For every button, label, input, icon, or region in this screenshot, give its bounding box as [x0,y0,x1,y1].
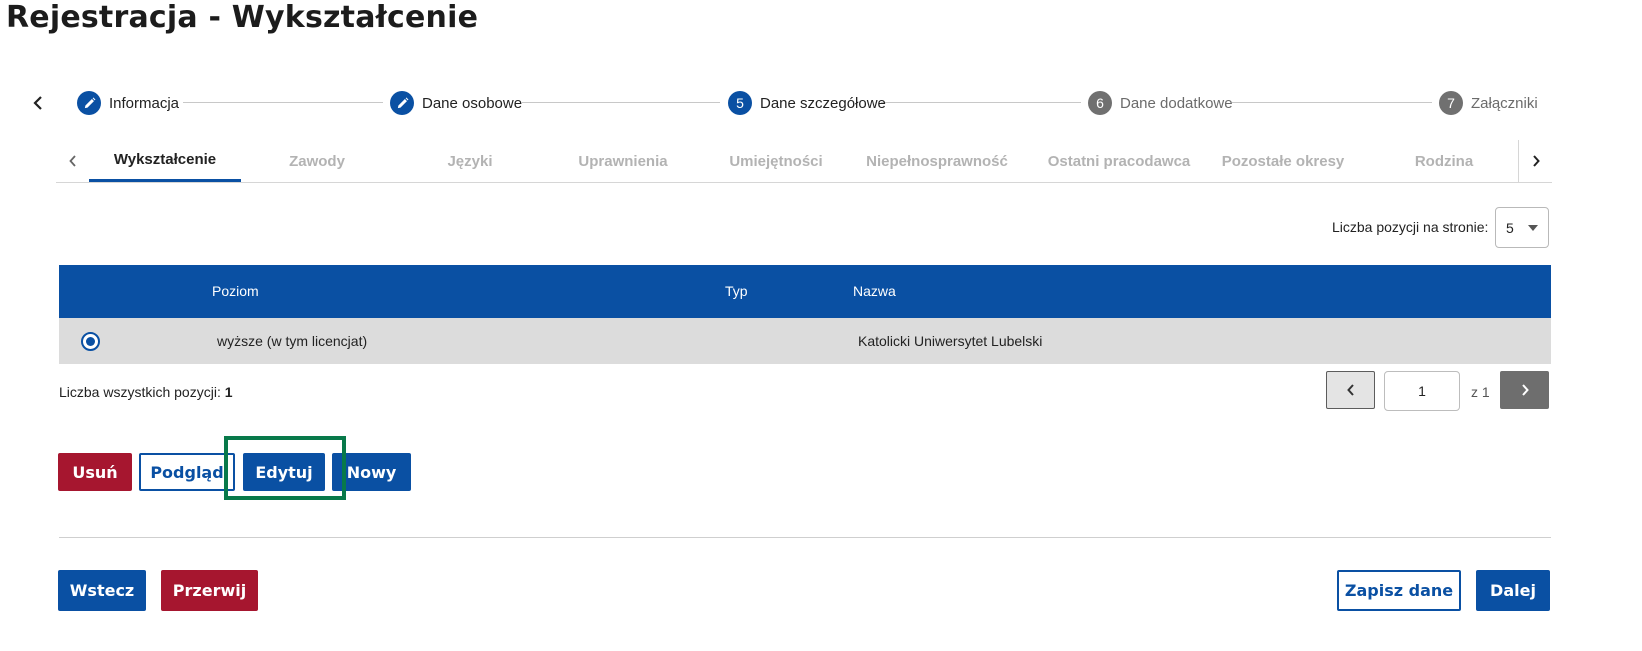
stepper-line [881,102,1081,103]
section-tabs: Wykształcenie Zawody Języki Uprawnienia … [56,140,1552,183]
cell-name: Katolicki Uniwersytet Lubelski [858,333,1043,349]
pencil-icon [84,97,95,108]
step-label: Dane dodatkowe [1120,94,1233,112]
education-table: Poziom Typ Nazwa wyższe (w tym licencjat… [59,265,1551,364]
tab-ostatni-pracodawca[interactable]: Ostatni pracodawca [1035,140,1203,182]
pencil-icon [397,97,408,108]
registration-page: Rejestracja - Wykształcenie Informacja D… [0,0,1642,651]
save-button[interactable]: Zapisz dane [1337,570,1461,611]
step-number: 6 [1088,91,1112,115]
caret-down-icon [1528,225,1538,231]
step-label: Dane osobowe [422,94,523,112]
previous-page-button[interactable] [1326,371,1375,409]
chevron-left-icon [33,96,42,110]
page-number-input[interactable] [1384,371,1460,411]
back-button[interactable]: Wstecz [58,570,146,611]
total-count-value: 1 [224,384,233,400]
column-header-type[interactable]: Typ [725,283,748,299]
preview-button[interactable]: Podgląd [139,453,235,491]
tab-pozostale-okresy[interactable]: Pozostałe okresy [1205,140,1361,182]
step-done-circle [390,91,414,115]
stepper-back-button[interactable] [28,92,48,114]
edit-button[interactable]: Edytuj [243,453,325,491]
table-header: Poziom Typ Nazwa [59,265,1551,318]
step-label: Informacja [109,94,180,112]
tabs-scroll-left-button[interactable] [56,140,90,182]
next-button[interactable]: Dalej [1476,570,1550,611]
divider [59,537,1551,538]
new-button[interactable]: Nowy [332,453,411,491]
table-row[interactable]: wyższe (w tym licencjat) Katolicki Uniwe… [59,318,1551,364]
delete-button[interactable]: Usuń [58,453,132,491]
tab-niepelnosprawnosc[interactable]: Niepełnosprawność [853,140,1021,182]
chevron-left-icon [69,155,76,167]
chevron-right-icon [1521,384,1529,396]
page-title: Rejestracja - Wykształcenie [6,0,479,35]
stepper-line [522,102,720,103]
cell-level: wyższe (w tym licencjat) [217,333,368,349]
next-page-button[interactable] [1500,371,1549,409]
column-header-name[interactable]: Nazwa [853,283,896,299]
column-header-level[interactable]: Poziom [212,283,259,299]
tab-jezyki[interactable]: Języki [394,140,546,182]
per-page-select[interactable]: 5 [1495,207,1549,248]
row-radio[interactable] [81,332,100,351]
chevron-right-icon [1532,155,1540,167]
step-dane-osobowe[interactable]: Dane osobowe [390,91,522,115]
per-page-label: Liczba pozycji na stronie: [1332,219,1489,235]
step-zalaczniki[interactable]: 7 Załączniki [1439,91,1538,115]
step-label: Dane szczegółowe [760,94,886,112]
tab-wyksztalcenie[interactable]: Wykształcenie [89,140,241,182]
stepper-line [1232,102,1432,103]
abort-button[interactable]: Przerwij [161,570,258,611]
total-count-label: Liczba wszystkich pozycji: [59,384,221,400]
tab-umiejetnosci[interactable]: Umiejętności [700,140,852,182]
step-dane-szczegolowe[interactable]: 5 Dane szczegółowe [728,91,886,115]
step-dane-dodatkowe[interactable]: 6 Dane dodatkowe [1088,91,1233,115]
step-informacja[interactable]: Informacja [77,91,179,115]
chevron-left-icon [1346,384,1354,396]
total-count: Liczba wszystkich pozycji: 1 [59,384,233,400]
tab-zawody[interactable]: Zawody [241,140,393,182]
step-done-circle [77,91,101,115]
tab-rodzina[interactable]: Rodzina [1368,140,1520,182]
per-page-value: 5 [1506,219,1514,236]
step-number: 5 [728,91,752,115]
step-label: Załączniki [1471,94,1538,112]
tab-uprawnienia[interactable]: Uprawnienia [547,140,699,182]
step-number: 7 [1439,91,1463,115]
page-count: z 1 [1471,384,1490,400]
stepper-line [183,102,383,103]
tabs-scroll-right-button[interactable] [1518,140,1552,182]
